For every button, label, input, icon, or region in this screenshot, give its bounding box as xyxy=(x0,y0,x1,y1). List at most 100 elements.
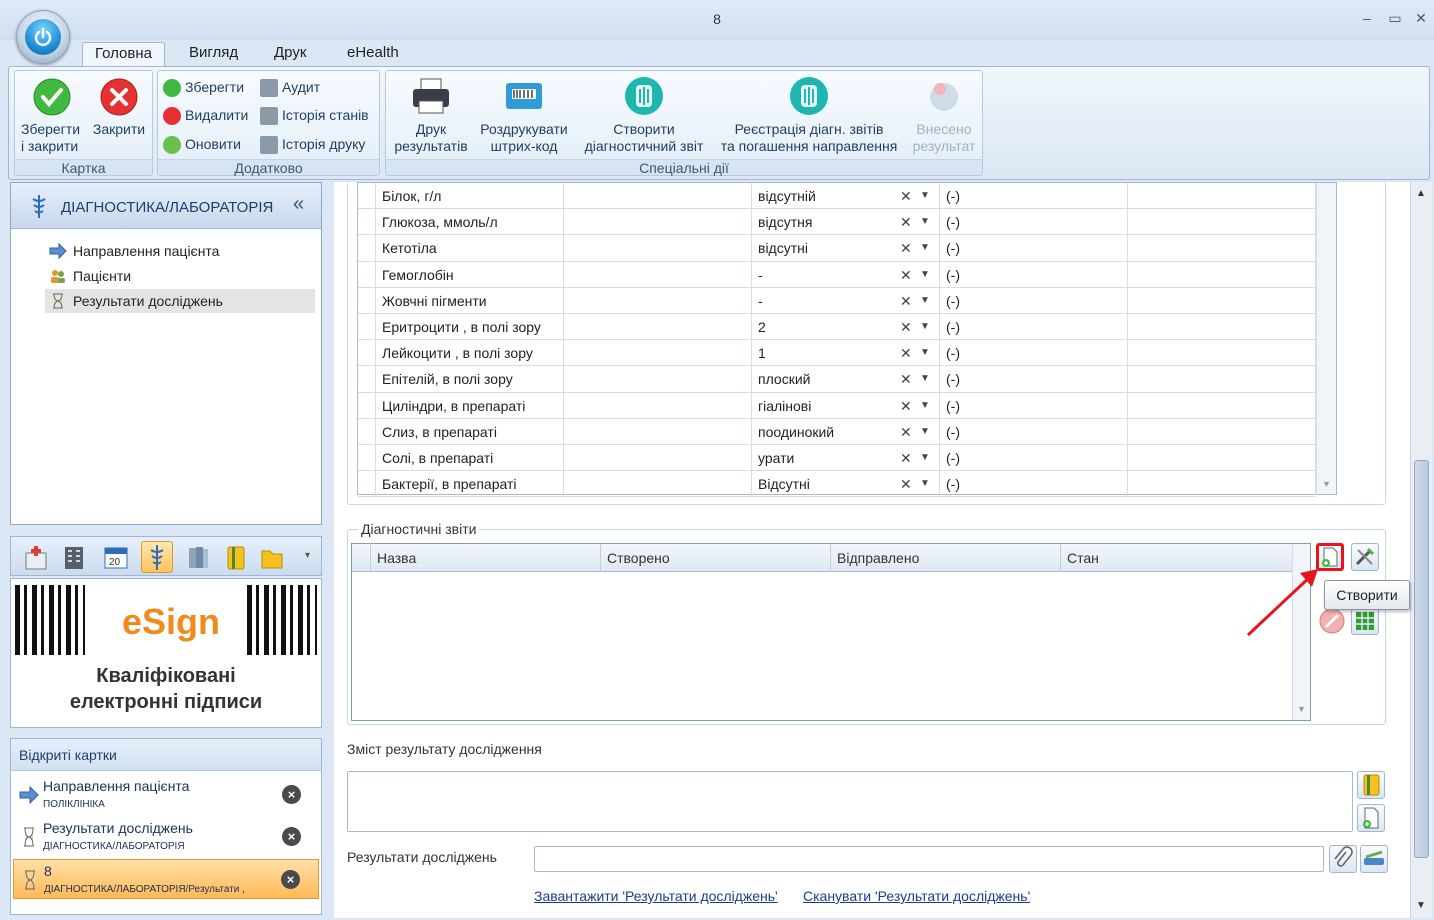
create-report-button[interactable]: Створити діагностичний звіт xyxy=(576,75,712,155)
print-barcode-button[interactable]: Роздрукувати штрих-код xyxy=(476,75,572,155)
open-card-current[interactable]: 8 ДІАГНОСТИКА/ЛАБОРАТОРІЯ/Результати , × xyxy=(13,859,319,899)
row-indicator[interactable] xyxy=(358,392,376,418)
empty-cell[interactable] xyxy=(564,183,752,209)
row-indicator[interactable] xyxy=(358,209,376,235)
open-card-referral[interactable]: Направлення пацієнта ПОЛІКЛІНІКА × xyxy=(13,775,319,815)
empty-cell[interactable] xyxy=(1128,366,1316,392)
scroll-up-icon[interactable]: ▲ xyxy=(1416,188,1426,199)
close-card-icon[interactable]: × xyxy=(282,827,301,846)
dropdown-chevron-icon[interactable]: ▼ xyxy=(920,366,930,392)
clear-value-icon[interactable]: ✕ xyxy=(900,235,912,261)
nav-item-research-results[interactable]: Результати досліджень xyxy=(45,289,315,313)
folder-icon[interactable] xyxy=(259,543,285,571)
clear-value-icon[interactable]: ✕ xyxy=(900,340,912,366)
scan-results-link[interactable]: Сканувати 'Результати досліджень' xyxy=(803,888,1030,904)
scan-button[interactable] xyxy=(1360,845,1388,873)
empty-cell[interactable] xyxy=(1128,418,1316,444)
clear-value-icon[interactable]: ✕ xyxy=(900,314,912,340)
dropdown-chevron-icon[interactable]: ▼ xyxy=(920,288,930,314)
scrollbar-thumb[interactable] xyxy=(1414,460,1429,858)
empty-cell[interactable] xyxy=(564,340,752,366)
save-close-button[interactable]: Зберегти і закрити xyxy=(19,77,85,155)
dropdown-chevron-icon[interactable]: ▼ xyxy=(920,235,930,261)
upload-results-link[interactable]: Завантажити 'Результати досліджень' xyxy=(534,888,778,904)
empty-cell[interactable] xyxy=(564,445,752,471)
table-row[interactable]: Кетотіла відсутні ✕ ▼ (-) xyxy=(358,235,1316,262)
empty-cell[interactable] xyxy=(1128,235,1316,261)
delete-button[interactable]: Видалити xyxy=(163,104,248,126)
table-row[interactable]: Гемоглобін - ✕ ▼ (-) xyxy=(358,261,1316,288)
diagnostics-module-icon[interactable] xyxy=(141,541,173,573)
column-header-sent[interactable]: Відправлено xyxy=(830,544,1060,572)
collapse-nav-button[interactable]: « xyxy=(293,193,304,216)
grid-scrollbar[interactable]: ▼ xyxy=(1316,183,1336,494)
value-select[interactable]: - ✕ ▼ xyxy=(752,261,940,288)
main-scrollbar[interactable]: ▲ ▼ xyxy=(1410,182,1432,918)
yellow-book-icon[interactable] xyxy=(223,543,249,571)
value-select[interactable]: - ✕ ▼ xyxy=(752,287,940,314)
empty-cell[interactable] xyxy=(564,392,752,418)
clear-value-icon[interactable]: ✕ xyxy=(900,183,912,209)
table-row[interactable]: Епітелій, в полі зору плоский ✕ ▼ (-) xyxy=(358,366,1316,393)
edit-report-button[interactable] xyxy=(1351,543,1379,571)
close-card-icon[interactable]: × xyxy=(281,870,300,889)
clear-value-icon[interactable]: ✕ xyxy=(900,209,912,235)
calendar-icon[interactable]: 20 xyxy=(103,543,129,571)
more-modules-chevron-icon[interactable]: ▾ xyxy=(305,550,310,561)
empty-cell[interactable] xyxy=(1128,471,1316,497)
row-indicator[interactable] xyxy=(358,261,376,287)
row-indicator[interactable] xyxy=(358,183,376,209)
empty-cell[interactable] xyxy=(564,209,752,235)
nav-item-patients[interactable]: Пацієнти xyxy=(45,264,315,288)
empty-cell[interactable] xyxy=(564,314,752,340)
empty-cell[interactable] xyxy=(564,471,752,497)
dropdown-chevron-icon[interactable]: ▼ xyxy=(920,419,930,445)
value-select[interactable]: плоский ✕ ▼ xyxy=(752,366,940,392)
row-indicator[interactable] xyxy=(358,445,376,471)
dropdown-chevron-icon[interactable]: ▼ xyxy=(920,209,930,235)
clear-value-icon[interactable]: ✕ xyxy=(900,262,912,288)
table-row[interactable]: Солі, в препараті урати ✕ ▼ (-) xyxy=(358,445,1316,472)
value-select[interactable]: відсутня ✕ ▼ xyxy=(752,209,940,235)
tab-ehealth[interactable]: eHealth xyxy=(343,42,403,66)
audit-button[interactable]: Аудит xyxy=(260,76,320,98)
empty-cell[interactable] xyxy=(1128,183,1316,209)
row-indicator[interactable] xyxy=(358,340,376,366)
clear-value-icon[interactable]: ✕ xyxy=(900,288,912,314)
empty-cell[interactable] xyxy=(1128,392,1316,418)
empty-cell[interactable] xyxy=(1128,445,1316,471)
table-row[interactable]: Бактерії, в препараті Відсутні ✕ ▼ (-) xyxy=(358,471,1316,498)
row-indicator[interactable] xyxy=(358,235,376,261)
table-row[interactable]: Лейкоцити , в полі зору 1 ✕ ▼ (-) xyxy=(358,340,1316,367)
row-indicator[interactable] xyxy=(358,366,376,392)
value-select[interactable]: відсутні ✕ ▼ xyxy=(752,235,940,261)
empty-cell[interactable] xyxy=(1128,287,1316,313)
clear-value-icon[interactable]: ✕ xyxy=(900,445,912,471)
close-window-button[interactable]: ✕ xyxy=(1410,8,1432,28)
export-report-button[interactable] xyxy=(1351,607,1379,635)
building-icon[interactable] xyxy=(61,543,87,571)
dropdown-chevron-icon[interactable]: ▼ xyxy=(920,314,930,340)
value-select[interactable]: 2 ✕ ▼ xyxy=(752,314,940,340)
value-select[interactable]: поодинокий ✕ ▼ xyxy=(752,418,940,445)
table-row[interactable]: Білок, г/л відсутній ✕ ▼ (-) xyxy=(358,183,1316,210)
dropdown-chevron-icon[interactable]: ▼ xyxy=(920,183,930,209)
empty-cell[interactable] xyxy=(564,366,752,392)
empty-cell[interactable] xyxy=(564,261,752,287)
dropdown-chevron-icon[interactable]: ▼ xyxy=(920,393,930,419)
open-card-results[interactable]: Результати досліджень ДІАГНОСТИКА/ЛАБОРА… xyxy=(13,817,319,857)
table-row[interactable]: Циліндри, в препараті гіалінові ✕ ▼ (-) xyxy=(358,392,1316,419)
dropdown-chevron-icon[interactable]: ▼ xyxy=(920,340,930,366)
empty-cell[interactable] xyxy=(564,287,752,313)
empty-cell[interactable] xyxy=(1128,340,1316,366)
books-icon[interactable] xyxy=(185,543,211,571)
minimize-button[interactable]: ‒ xyxy=(1356,8,1378,28)
empty-cell[interactable] xyxy=(1128,261,1316,287)
close-card-icon[interactable]: × xyxy=(282,785,301,804)
app-menu-button[interactable] xyxy=(16,10,70,64)
entered-result-button[interactable]: Внесено результат xyxy=(906,75,982,155)
tab-print[interactable]: Друк xyxy=(270,42,310,66)
insert-template-button[interactable] xyxy=(1357,771,1385,799)
column-header-name[interactable]: Назва xyxy=(370,544,600,572)
state-history-button[interactable]: Історія станів xyxy=(260,104,369,126)
